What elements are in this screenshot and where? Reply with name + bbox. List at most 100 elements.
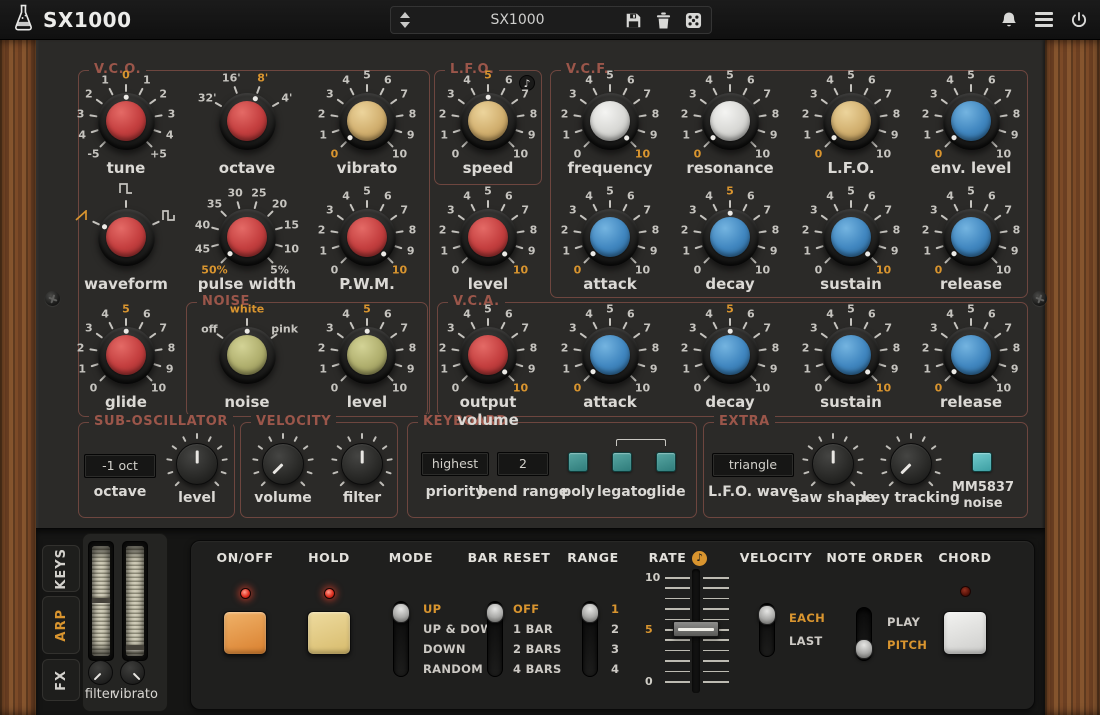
arp-hold-button[interactable] xyxy=(307,611,351,655)
switch-option[interactable]: 2 xyxy=(611,619,619,639)
keyboard-priority-select[interactable]: highest xyxy=(421,452,489,476)
glide-knob[interactable]: 012345678910glide xyxy=(68,307,184,411)
knob-cap[interactable] xyxy=(590,217,630,257)
knob-cap[interactable] xyxy=(951,335,991,375)
switch-handle[interactable] xyxy=(758,605,776,625)
resonance-knob[interactable]: 012345678910resonance xyxy=(672,73,788,177)
knob-cap[interactable] xyxy=(831,217,871,257)
switch-option[interactable]: OFF xyxy=(513,599,562,619)
arp-velocity-switch[interactable] xyxy=(759,603,775,657)
vibrato-wheel-knob[interactable] xyxy=(120,660,145,685)
vibrato-wheel[interactable] xyxy=(122,541,148,661)
vca-attack-knob[interactable]: 012345678910attack xyxy=(552,307,668,411)
tab-keys[interactable]: KEYS xyxy=(42,545,80,592)
switch-handle[interactable] xyxy=(855,639,873,659)
key-tracking-knob[interactable]: key tracking xyxy=(856,432,966,506)
knob-cap[interactable] xyxy=(468,335,508,375)
knob-cap[interactable] xyxy=(347,335,387,375)
knob-cap[interactable] xyxy=(468,217,508,257)
knob-cap[interactable] xyxy=(341,443,383,485)
knob-cap[interactable] xyxy=(710,101,750,141)
keyboard-bend-range-field[interactable]: 2 xyxy=(497,452,549,476)
knob-cap[interactable] xyxy=(468,101,508,141)
switch-option[interactable]: EACH xyxy=(789,607,825,630)
knob-cap[interactable] xyxy=(831,335,871,375)
knob-cap[interactable] xyxy=(106,217,146,257)
preset-down-icon[interactable] xyxy=(400,22,410,28)
preset-name[interactable]: SX1000 xyxy=(410,12,625,28)
knob-cap[interactable] xyxy=(227,335,267,375)
switch-option[interactable]: 2 BARS xyxy=(513,639,562,659)
knob-cap[interactable] xyxy=(176,443,218,485)
switch-option[interactable]: LAST xyxy=(789,630,825,653)
knob-cap[interactable] xyxy=(347,101,387,141)
poly-toggle[interactable] xyxy=(568,452,588,472)
vcf-attack-knob[interactable]: 012345678910attack xyxy=(552,189,668,293)
knob-cap[interactable] xyxy=(227,217,267,257)
switch-handle[interactable] xyxy=(486,603,504,623)
mm5837-noise-toggle[interactable] xyxy=(972,452,992,472)
save-preset-button[interactable] xyxy=(625,12,642,29)
switch-option[interactable]: 1 xyxy=(611,599,619,619)
delete-preset-button[interactable] xyxy=(656,12,671,29)
vca-release-knob[interactable]: 012345678910release xyxy=(913,307,1029,411)
switch-handle[interactable] xyxy=(392,603,410,623)
output-volume-knob[interactable]: 012345678910output volume xyxy=(430,307,546,429)
legato-toggle[interactable] xyxy=(612,452,632,472)
vel-filter-knob[interactable]: filter xyxy=(307,432,417,506)
knob-cap[interactable] xyxy=(590,335,630,375)
arp-rate-slider[interactable]: 1050 xyxy=(641,567,741,707)
arp-range-switch[interactable] xyxy=(582,601,598,677)
switch-option[interactable]: 1 BAR xyxy=(513,619,562,639)
glide-toggle[interactable] xyxy=(656,452,676,472)
power-icon[interactable] xyxy=(1070,11,1088,29)
random-preset-dice-button[interactable] xyxy=(685,12,702,29)
filter-wheel[interactable] xyxy=(88,541,114,661)
speed-knob[interactable]: 012345678910speed xyxy=(430,73,546,177)
filter-wheel-knob[interactable] xyxy=(88,660,113,685)
knob-cap[interactable] xyxy=(831,101,871,141)
arp-onoff-button[interactable] xyxy=(223,611,267,655)
switch-option[interactable]: 4 BARS xyxy=(513,659,562,679)
tab-arp[interactable]: ARP xyxy=(42,596,80,654)
knob-cap[interactable] xyxy=(951,101,991,141)
vco-level-knob[interactable]: 012345678910level xyxy=(430,189,546,293)
noise-level-knob[interactable]: 012345678910level xyxy=(309,307,425,411)
knob-cap[interactable] xyxy=(710,217,750,257)
notifications-bell-icon[interactable] xyxy=(1000,11,1018,29)
switch-option[interactable]: PLAY xyxy=(887,611,927,634)
arp-chord-button[interactable] xyxy=(943,611,987,655)
knob-cap[interactable] xyxy=(812,443,854,485)
vcf-release-knob[interactable]: 012345678910release xyxy=(913,189,1029,293)
knob-cap[interactable] xyxy=(106,101,146,141)
noise-type-knob[interactable]: offwhitepinknoise xyxy=(189,307,305,411)
waveform-knob[interactable]: waveform xyxy=(68,189,184,293)
switch-option[interactable]: 3 xyxy=(611,639,619,659)
pulse-width-knob[interactable]: 50%45403530252015105%pulse width xyxy=(189,189,305,293)
rate-sync-note-icon[interactable]: ♪ xyxy=(692,551,707,566)
arp-mode-switch[interactable] xyxy=(393,601,409,677)
arp-bar-reset-switch[interactable] xyxy=(487,601,503,677)
knob-cap[interactable] xyxy=(951,217,991,257)
knob-cap[interactable] xyxy=(347,217,387,257)
arp-note-order-switch[interactable] xyxy=(856,607,872,661)
switch-option[interactable]: 4 xyxy=(611,659,619,679)
vcf-lfo-knob[interactable]: 012345678910L.F.O. xyxy=(793,73,909,177)
switch-handle[interactable] xyxy=(581,603,599,623)
vca-decay-knob[interactable]: 012345678910decay xyxy=(672,307,788,411)
octave-knob[interactable]: 32'16'8'4'octave xyxy=(189,73,305,177)
tab-fx[interactable]: FX xyxy=(42,659,80,701)
vcf-sustain-knob[interactable]: 012345678910sustain xyxy=(793,189,909,293)
preset-up-icon[interactable] xyxy=(400,12,410,18)
menu-icon[interactable] xyxy=(1035,12,1053,27)
pwm-knob[interactable]: 012345678910P.W.M. xyxy=(309,189,425,293)
switch-option[interactable]: PITCH xyxy=(887,634,927,657)
vibrato-knob[interactable]: 012345678910vibrato xyxy=(309,73,425,177)
tune-knob[interactable]: -5432101234+5tune xyxy=(68,73,184,177)
knob-cap[interactable] xyxy=(710,335,750,375)
knob-cap[interactable] xyxy=(590,101,630,141)
vcf-decay-knob[interactable]: 012345678910decay xyxy=(672,189,788,293)
rate-slider-handle[interactable] xyxy=(673,621,719,637)
knob-cap[interactable] xyxy=(106,335,146,375)
env-level-knob[interactable]: 012345678910env. level xyxy=(913,73,1029,177)
